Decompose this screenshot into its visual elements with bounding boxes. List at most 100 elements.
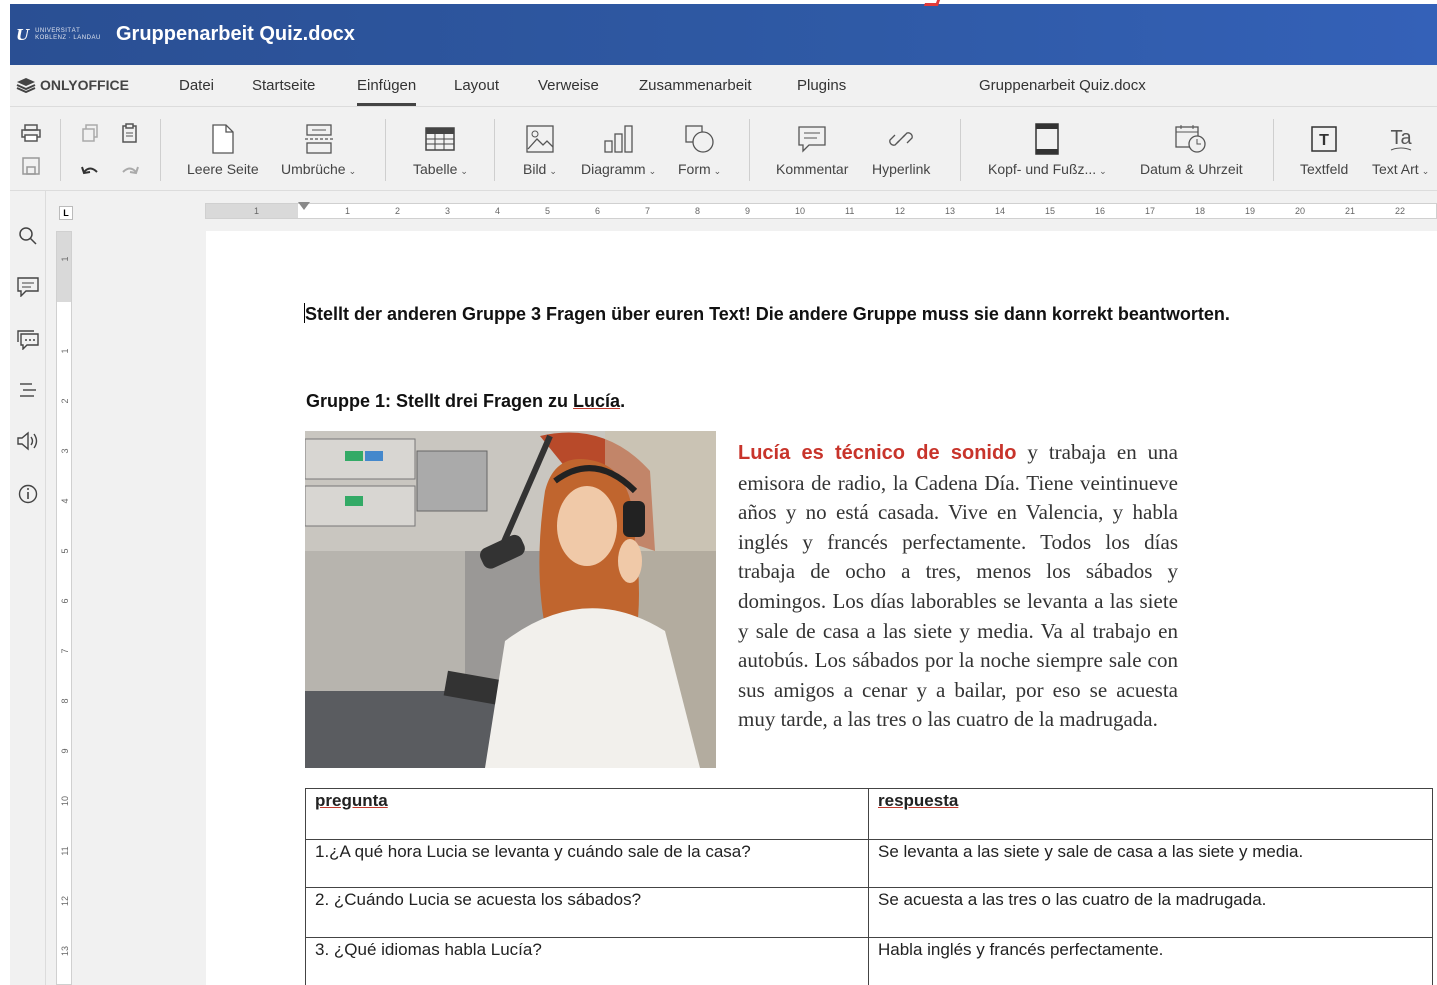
annotation-mark xyxy=(923,0,941,6)
ruler-number: 9 xyxy=(745,206,751,216)
menu-startseite[interactable]: Startseite xyxy=(252,77,315,94)
image-button[interactable]: Bild ⌄ xyxy=(523,123,557,177)
vertical-ruler[interactable]: 1 1 2 3 4 5 6 7 8 9 10 11 12 13 xyxy=(56,231,72,985)
header-footer-icon xyxy=(1035,123,1060,155)
menu-einfuegen[interactable]: Einfügen xyxy=(357,77,417,106)
menu-zusammenarbeit[interactable]: Zusammenarbeit xyxy=(639,77,752,94)
table-cell[interactable]: 3. ¿Qué idiomas habla Lucía? xyxy=(305,937,869,985)
speaker-icon[interactable] xyxy=(15,428,41,454)
table-cell[interactable]: 1.¿A qué hora Lucia se levanta y cuándo … xyxy=(305,839,869,888)
table-row: pregunta respuesta xyxy=(305,788,1433,840)
title-bar: U UNIVERSITÄT KOBLENZ · LANDAU Gruppenarb… xyxy=(10,4,1437,65)
ruler-number: 20 xyxy=(1295,206,1306,216)
info-icon[interactable] xyxy=(15,481,41,507)
ruler-number: 4 xyxy=(60,498,70,504)
ruler-number: 8 xyxy=(695,206,701,216)
menu-verweise[interactable]: Verweise xyxy=(538,77,599,94)
table-row: 2. ¿Cuándo Lucia se acuesta los sábados?… xyxy=(305,887,1433,938)
ruler-number: 17 xyxy=(1145,206,1156,216)
ruler-number: 16 xyxy=(1095,206,1106,216)
image-icon xyxy=(526,123,554,155)
shape-button[interactable]: Form ⌄ xyxy=(678,123,721,177)
ruler-number: 3 xyxy=(60,448,70,454)
chevron-down-icon: ⌄ xyxy=(1421,166,1430,176)
table-cell[interactable]: Habla inglés y francés perfectamente. xyxy=(868,937,1433,985)
save-icon[interactable] xyxy=(20,155,42,177)
ruler-number: 12 xyxy=(60,895,70,906)
chat-icon[interactable] xyxy=(15,327,41,353)
ruler-number: 8 xyxy=(60,698,70,704)
ruler-number: 11 xyxy=(845,206,855,216)
menu-datei[interactable]: Datei xyxy=(179,77,214,94)
copy-icon[interactable] xyxy=(79,122,101,144)
table-button[interactable]: Tabelle ⌄ xyxy=(413,123,468,177)
text-art-icon: Ta xyxy=(1387,123,1415,155)
radio-studio-photo[interactable] xyxy=(305,431,716,768)
ruler-number: 6 xyxy=(595,206,601,216)
instruction-text: Stellt der anderen Gruppe 3 Fragen über … xyxy=(305,304,1230,324)
redo-icon[interactable] xyxy=(119,159,141,181)
text-art-button[interactable]: Ta Text Art ⌄ xyxy=(1372,123,1429,177)
onlyoffice-brand: ONLYOFFICE xyxy=(16,77,129,93)
svg-text:Ta: Ta xyxy=(1390,127,1412,149)
university-logo: U UNIVERSITÄT KOBLENZ · LANDAU xyxy=(16,25,101,44)
tab-stop-selector[interactable]: L xyxy=(59,206,73,220)
horizontal-ruler[interactable]: 1 1 2 3 4 5 6 7 8 9 10 11 12 13 14 15 16 17 18 19 20 21 22 xyxy=(205,202,1437,219)
chart-button[interactable]: Diagramm ⌄ xyxy=(581,123,656,177)
ruler-number: 10 xyxy=(60,795,70,806)
ruler-number: 1 xyxy=(60,256,70,262)
svg-text:T: T xyxy=(1319,132,1329,149)
chevron-down-icon: ⌄ xyxy=(648,166,657,176)
ruler-number: 14 xyxy=(995,206,1006,216)
table-cell[interactable]: Se acuesta a las tres o las cuatro de la… xyxy=(868,887,1433,938)
ruler-number: 22 xyxy=(1395,206,1406,216)
story-body: y trabaja en una emisora de radio, la Ca… xyxy=(738,440,1178,732)
chart-icon xyxy=(603,123,635,155)
ruler-number: 15 xyxy=(1045,206,1056,216)
paste-icon[interactable] xyxy=(119,122,141,144)
table-row: 1.¿A qué hora Lucia se levanta y cuándo … xyxy=(305,839,1433,888)
textbox-button[interactable]: T Textfeld xyxy=(1300,123,1348,177)
ruler-number: 12 xyxy=(895,206,906,216)
ruler-number: 5 xyxy=(545,206,551,216)
ruler-number: 13 xyxy=(945,206,956,216)
table-cell[interactable]: 2. ¿Cuándo Lucia se acuesta los sábados? xyxy=(305,887,869,938)
table-cell[interactable]: respuesta xyxy=(868,788,1433,840)
group-heading: Gruppe 1: Stellt drei Fragen zu Lucía. xyxy=(306,391,626,411)
story-lead: Lucía es técnico de sonido xyxy=(738,442,1017,464)
table-cell[interactable]: Se levanta a las siete y sale de casa a … xyxy=(868,839,1433,888)
comment-button[interactable]: Kommentar xyxy=(776,123,848,177)
navigation-icon[interactable] xyxy=(15,377,41,403)
ruler-number: 7 xyxy=(60,648,70,654)
left-sidebar xyxy=(10,191,46,985)
table-icon xyxy=(425,123,456,155)
ruler-number: 19 xyxy=(1245,206,1256,216)
chevron-down-icon: ⌄ xyxy=(713,166,722,176)
document-workarea: L 1 1 2 3 4 5 6 7 8 9 10 11 12 13 14 15 16 17 18 19 20 21 22 1… xyxy=(46,191,1437,985)
header-footer-button[interactable]: Kopf- und Fußz... ⌄ xyxy=(988,123,1107,177)
menu-bar: ONLYOFFICE Datei Startseite Einfügen Lay… xyxy=(10,65,1437,107)
document-page[interactable]: Stellt der anderen Gruppe 3 Fragen über … xyxy=(206,231,1437,985)
document-title: Gruppenarbeit Quiz.docx xyxy=(979,77,1146,94)
ruler-number: 1 xyxy=(60,348,70,354)
print-icon[interactable] xyxy=(20,122,42,144)
indent-marker[interactable] xyxy=(298,202,310,210)
ruler-number: 1 xyxy=(254,206,260,216)
chevron-down-icon: ⌄ xyxy=(348,166,357,176)
undo-icon[interactable] xyxy=(79,159,101,181)
ruler-number: 7 xyxy=(645,206,651,216)
window-title: Gruppenarbeit Quiz.docx xyxy=(116,23,355,45)
onlyoffice-logo-icon xyxy=(16,78,36,93)
question-answer-table[interactable]: pregunta respuesta 1.¿A qué hora Lucia s… xyxy=(305,788,1433,985)
blank-page-button[interactable]: Leere Seite xyxy=(187,123,259,177)
date-time-button[interactable]: Datum & Uhrzeit xyxy=(1140,123,1243,177)
comments-icon[interactable] xyxy=(15,274,41,300)
table-cell[interactable]: pregunta xyxy=(305,788,869,840)
menu-layout[interactable]: Layout xyxy=(454,77,499,94)
ruler-number: 2 xyxy=(395,206,401,216)
hyperlink-button[interactable]: Hyperlink xyxy=(872,123,930,177)
breaks-button[interactable]: Umbrüche ⌄ xyxy=(281,123,356,177)
search-icon[interactable] xyxy=(15,223,41,249)
textbox-icon: T xyxy=(1309,123,1339,155)
menu-plugins[interactable]: Plugins xyxy=(797,77,846,94)
